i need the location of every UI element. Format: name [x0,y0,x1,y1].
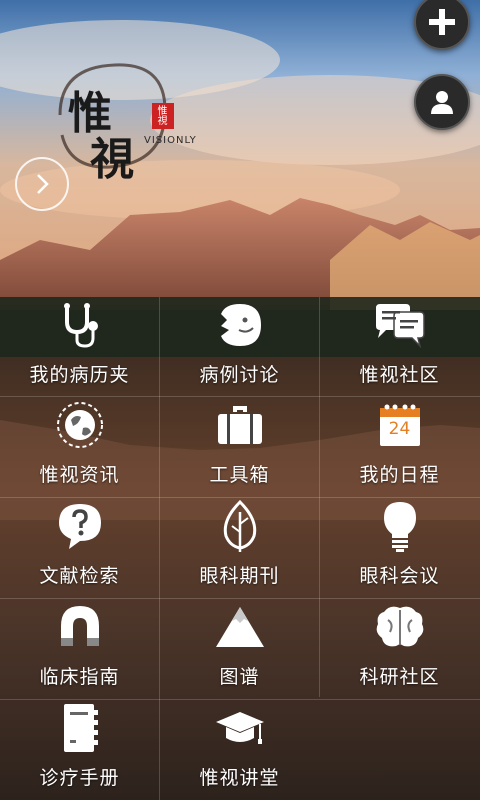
menu-item-label: 眼科会议 [359,565,440,587]
calendar-day: 24 [388,419,411,439]
menu-item-schedule[interactable]: 24 我的日程 [320,397,479,497]
globe-icon [50,397,110,452]
menu-item-label: 惟视资讯 [39,464,120,486]
user-icon [431,91,453,114]
menu-item-research-community[interactable]: 科研社区 [320,599,479,699]
menu-item-community[interactable]: 惟视社区 [320,297,479,397]
menu-item-handbook[interactable]: 诊疗手册 [0,700,159,800]
lightbulb-icon [370,498,430,553]
graduation-cap-icon [210,700,270,755]
menu-item-journals[interactable]: 眼科期刊 [160,498,319,598]
plus-icon [429,9,455,35]
menu-item-toolbox[interactable]: 工具箱 [160,397,319,497]
leaf-icon [210,498,270,553]
calendar-icon: 24 [370,397,430,452]
menu-item-label: 我的日程 [359,464,440,486]
face-icon [210,297,270,352]
stethoscope-icon [50,297,110,352]
user-profile-button[interactable] [414,74,470,130]
notebook-icon [50,700,110,755]
menu-item-label: 病例讨论 [199,364,280,386]
menu-item-medical-records[interactable]: 我的病历夹 [0,297,159,397]
question-bubble-icon [50,498,110,553]
menu-grid: 我的病历夹 病例讨论 惟视社区 惟视资讯 工具箱 24 我的日程 文献检索 眼科… [0,297,480,800]
mountain-icon [210,599,270,654]
menu-item-case-discussion[interactable]: 病例讨论 [160,297,319,397]
menu-item-label: 文献检索 [39,565,120,587]
menu-item-label: 眼科期刊 [199,565,280,587]
menu-item-literature-search[interactable]: 文献检索 [0,498,159,598]
menu-item-label: 科研社区 [359,666,440,688]
menu-item-conferences[interactable]: 眼科会议 [320,498,479,598]
menu-item-label: 图谱 [219,666,260,688]
toolbox-icon [210,397,270,452]
menu-item-label: 惟视讲堂 [199,767,280,789]
logo-char-2: 視 [90,134,134,185]
menu-item-clinical-guidelines[interactable]: 临床指南 [0,599,159,699]
menu-item-label: 工具箱 [209,464,270,486]
logo-subtitle: VISIONLY [144,135,197,146]
brain-icon [370,599,430,654]
magnet-icon [50,599,110,654]
menu-item-label: 诊疗手册 [39,767,120,789]
logo-seal: 惟視 [155,105,166,125]
menu-item-atlas[interactable]: 图谱 [160,599,319,699]
menu-item-label: 临床指南 [39,666,120,688]
menu-item-lecture-hall[interactable]: 惟视讲堂 [160,700,319,800]
app-logo: 惟 視 惟視 VISIONLY [40,55,200,185]
menu-item-label: 惟视社区 [359,364,440,386]
menu-item-news[interactable]: 惟视资讯 [0,397,159,497]
chat-bubbles-icon [370,297,430,352]
chevron-right-icon [37,174,49,194]
expand-arrow-button[interactable] [15,157,69,211]
menu-item-label: 我的病历夹 [29,364,130,386]
